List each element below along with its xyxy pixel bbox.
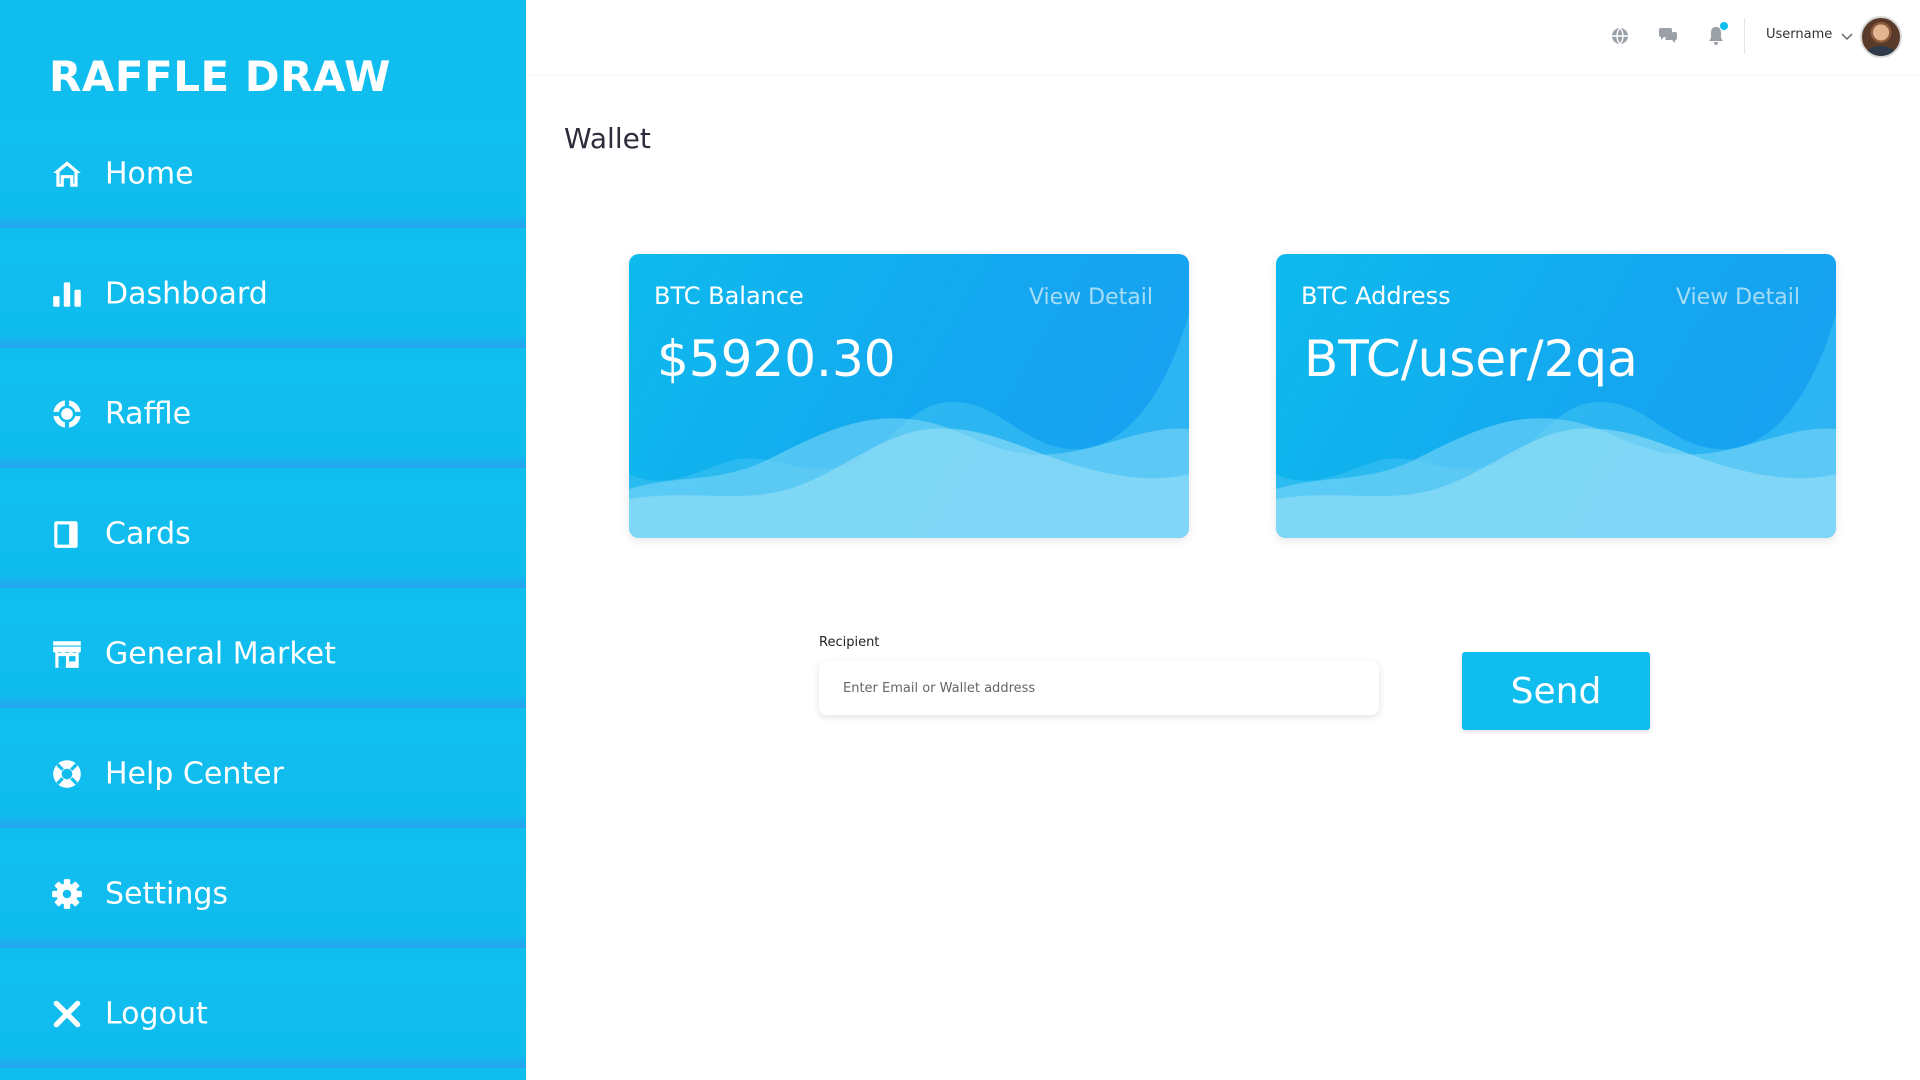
btc-balance-card: BTC Balance View Detail $5920.30	[629, 254, 1189, 538]
close-icon	[49, 996, 85, 1032]
sidebar-item-logout[interactable]: Logout	[0, 960, 526, 1068]
sidebar-item-settings[interactable]: Settings	[0, 840, 526, 948]
notification-dot	[1720, 22, 1728, 30]
lifebuoy-icon	[49, 756, 85, 792]
cards-icon	[49, 516, 85, 552]
btc-balance-value: $5920.30	[657, 330, 896, 388]
sidebar-item-label: Dashboard	[105, 276, 268, 312]
sidebar-item-label: Help Center	[105, 756, 284, 792]
avatar[interactable]	[1860, 16, 1902, 58]
recipient-input[interactable]	[819, 661, 1379, 715]
sidebar-item-home[interactable]: Home	[0, 120, 526, 228]
sidebar-item-label: Logout	[105, 996, 208, 1032]
bar-chart-icon	[49, 276, 85, 312]
send-button[interactable]: Send	[1462, 652, 1650, 730]
chevron-down-icon[interactable]	[1840, 29, 1854, 43]
sidebar-item-cards[interactable]: Cards	[0, 480, 526, 588]
globe-icon[interactable]	[1608, 24, 1632, 48]
sidebar-item-dashboard[interactable]: Dashboard	[0, 240, 526, 348]
sidebar-item-label: Cards	[105, 516, 191, 552]
top-header: Username	[526, 0, 1920, 74]
sidebar-item-raffle[interactable]: Raffle	[0, 360, 526, 468]
sidebar-item-label: Home	[105, 156, 194, 192]
username-label[interactable]: Username	[1766, 27, 1832, 42]
gear-icon	[49, 876, 85, 912]
view-detail-link[interactable]: View Detail	[1029, 285, 1153, 310]
btc-address-card: BTC Address View Detail BTC/user/2qa	[1276, 254, 1836, 538]
header-divider	[1744, 18, 1745, 54]
store-icon	[49, 636, 85, 672]
sidebar-item-label: Settings	[105, 876, 229, 912]
sidebar-item-label: General Market	[105, 636, 336, 672]
sidebar: RAFFLE DRAW Home Dashboard Raffle Cards …	[0, 0, 526, 1080]
brand-title: RAFFLE DRAW	[49, 52, 391, 101]
page-title: Wallet	[564, 122, 651, 155]
card-title: BTC Address	[1301, 282, 1451, 310]
chat-icon[interactable]	[1656, 24, 1680, 48]
raffle-chip-icon	[49, 396, 85, 432]
view-detail-link[interactable]: View Detail	[1676, 285, 1800, 310]
sidebar-item-help-center[interactable]: Help Center	[0, 720, 526, 828]
bell-icon[interactable]	[1704, 22, 1728, 48]
card-title: BTC Balance	[654, 282, 804, 310]
sidebar-item-label: Raffle	[105, 396, 192, 432]
recipient-label: Recipient	[819, 635, 880, 650]
sidebar-item-general-market[interactable]: General Market	[0, 600, 526, 708]
btc-address-value: BTC/user/2qa	[1304, 330, 1638, 388]
home-icon	[49, 156, 85, 192]
